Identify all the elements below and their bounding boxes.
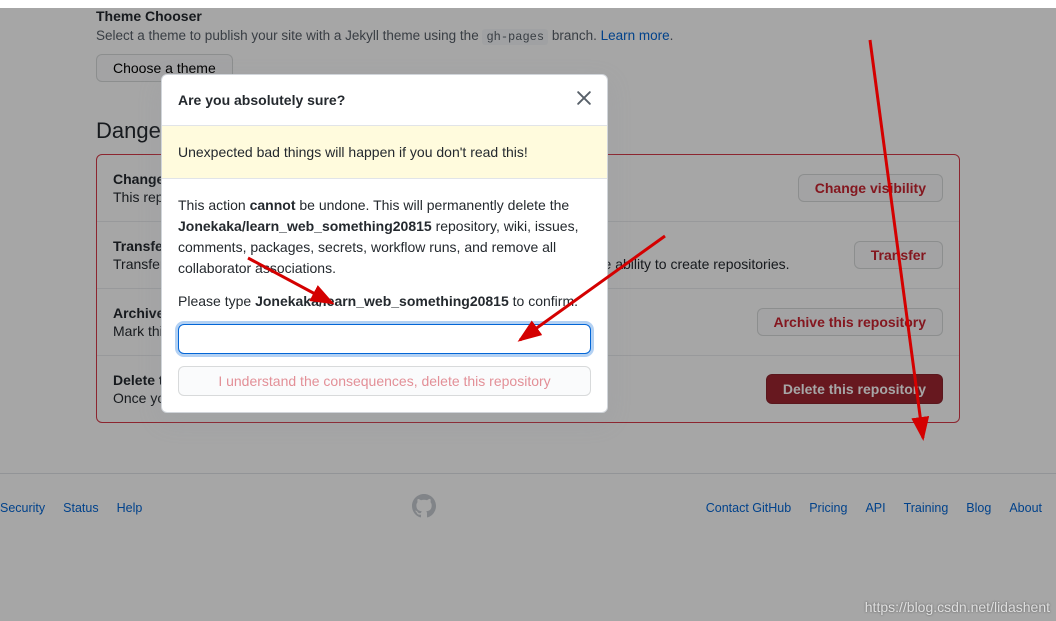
modal-warning: Unexpected bad things will happen if you… (162, 126, 607, 179)
repo-name: Jonekaka/learn_web_something20815 (178, 218, 432, 234)
modal-title: Are you absolutely sure? (178, 92, 345, 108)
close-icon[interactable] (577, 91, 591, 109)
delete-confirmation-modal: Are you absolutely sure? Unexpected bad … (161, 74, 608, 413)
modal-type-prompt: Please type Jonekaka/learn_web_something… (178, 291, 591, 312)
modal-body-text: This action cannot be undone. This will … (178, 195, 591, 279)
confirm-input[interactable] (178, 324, 591, 354)
confirm-delete-button[interactable]: I understand the consequences, delete th… (178, 366, 591, 396)
